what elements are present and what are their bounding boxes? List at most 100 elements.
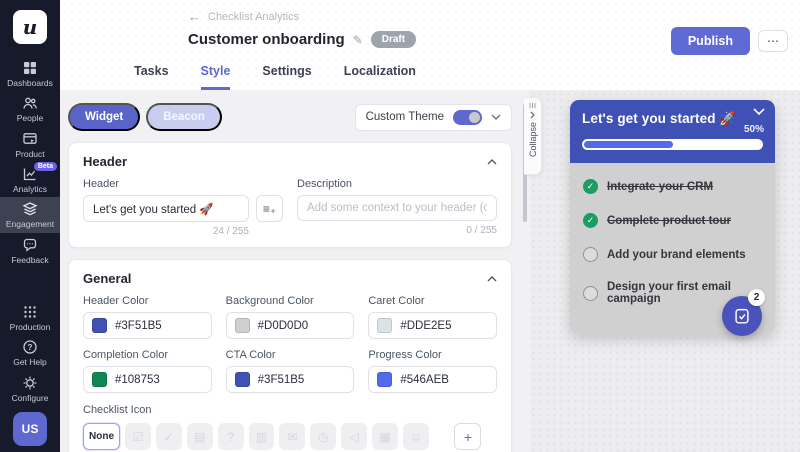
description-text-input[interactable] — [297, 195, 497, 221]
checklist-icon-option-book[interactable]: ▥ — [249, 423, 275, 450]
header-field-group: Header ≡₊ 24 / 255 — [83, 178, 283, 237]
more-options-button[interactable]: ⋯ — [758, 30, 788, 52]
title-row: Customer onboarding ✎ Draft — [188, 31, 416, 48]
checklist-icon-option-check[interactable]: ✓ — [156, 423, 182, 450]
color-input[interactable]: #3F51B5 — [226, 366, 355, 393]
userpilot-logo[interactable]: u — [13, 10, 47, 44]
task-status-icon — [583, 247, 598, 262]
engagement-icon — [22, 201, 38, 217]
edit-title-icon[interactable]: ✎ — [353, 33, 363, 47]
main-column: ← Checklist Analytics Customer onboardin… — [60, 0, 800, 452]
book-icon: ▥ — [256, 430, 267, 444]
sidebar: u Dashboards People Product Beta Analyt — [0, 0, 60, 452]
general-section-card: General Header Color #3F51B5 — [68, 259, 512, 452]
collapse-section-icon[interactable] — [487, 276, 497, 282]
section-title: Header — [83, 154, 127, 169]
sidebar-footer: Production ? Get Help Configure US — [0, 300, 60, 452]
checklist-icon-option-check-square[interactable]: ☑ — [125, 423, 151, 450]
color-field-header: Header Color #3F51B5 — [83, 295, 212, 339]
chat-check-icon: ✉ — [287, 430, 297, 444]
color-field-progress: Progress Color #546AEB — [368, 349, 497, 393]
top-header: ← Checklist Analytics Customer onboardin… — [60, 0, 800, 90]
add-your-own-button[interactable]: + — [454, 423, 481, 450]
sidebar-item-analytics[interactable]: Beta Analytics — [0, 162, 60, 197]
sidebar-item-engagement[interactable]: Engagement — [0, 197, 60, 232]
sidebar-item-label: Production — [10, 323, 51, 332]
color-field-cta: CTA Color #3F51B5 — [226, 349, 355, 393]
color-input[interactable]: #3F51B5 — [83, 312, 212, 339]
color-input[interactable]: #DDE2E5 — [368, 312, 497, 339]
breadcrumb-back[interactable]: ← Checklist Analytics — [188, 9, 299, 24]
color-swatch[interactable] — [235, 372, 250, 387]
tab-settings[interactable]: Settings — [262, 64, 311, 90]
tab-tasks[interactable]: Tasks — [134, 64, 169, 90]
tab-localization[interactable]: Localization — [344, 64, 416, 90]
color-input[interactable]: #546AEB — [368, 366, 497, 393]
sidebar-item-product[interactable]: Product — [0, 127, 60, 162]
widget-collapse-icon[interactable] — [753, 108, 765, 115]
collapse-section-icon[interactable] — [487, 159, 497, 165]
custom-theme-label: Custom Theme — [366, 111, 444, 123]
check-icon: ✓ — [164, 430, 174, 444]
style-editor-panel: Widget Beacon Custom Theme Header — [60, 90, 530, 452]
sidebar-item-dashboards[interactable]: Dashboards — [0, 56, 60, 91]
color-swatch[interactable] — [92, 372, 107, 387]
task-status-icon — [583, 213, 598, 228]
color-swatch[interactable] — [92, 318, 107, 333]
add-your-own-group: + Add your own — [439, 423, 497, 452]
sidebar-item-label: Product — [15, 150, 44, 159]
checklist-icon-option-question[interactable]: ? — [218, 423, 244, 450]
checklist-task[interactable]: Add your brand elements — [583, 247, 762, 262]
sidebar-item-feedback[interactable]: Feedback — [0, 233, 60, 268]
widget-header: Let's get you started 🚀 50% — [570, 100, 775, 163]
app-window: u Dashboards People Product Beta Analyt — [0, 0, 800, 452]
checklist-icon-option-none[interactable]: None — [83, 423, 120, 450]
clock-icon: ◷ — [318, 430, 328, 444]
checklist-task[interactable]: Complete product tour — [583, 213, 762, 228]
checklist-icon-option-map[interactable]: ▦ — [372, 423, 398, 450]
people-icon — [22, 95, 38, 111]
sidebar-item-get-help[interactable]: ? Get Help — [0, 335, 60, 370]
color-input[interactable]: #108753 — [83, 366, 212, 393]
color-swatch[interactable] — [377, 372, 392, 387]
user-avatar[interactable]: US — [13, 412, 47, 446]
drag-handle-icon — [529, 103, 536, 108]
insert-variable-button[interactable]: ≡₊ — [256, 195, 283, 222]
theme-toggle[interactable] — [453, 110, 482, 125]
body-row: Widget Beacon Custom Theme Header — [60, 90, 800, 452]
mode-row: Widget Beacon Custom Theme — [68, 103, 512, 131]
checklist-icon-option-robot[interactable]: ☺ — [403, 423, 429, 450]
collapse-label: Collapse — [528, 122, 538, 157]
collapse-preview-tab[interactable]: Collapse — [524, 97, 542, 175]
tab-style[interactable]: Style — [201, 64, 231, 90]
checklist-icon-option-chat-check[interactable]: ✉ — [279, 423, 305, 450]
sidebar-item-production[interactable]: Production — [0, 300, 60, 335]
progress-fill — [584, 141, 673, 148]
checklist-icon-option-article[interactable]: ▤ — [187, 423, 213, 450]
color-input[interactable]: #D0D0D0 — [226, 312, 355, 339]
widget-mode-button[interactable]: Widget — [68, 103, 140, 131]
color-swatch[interactable] — [377, 318, 392, 333]
sidebar-item-people[interactable]: People — [0, 91, 60, 126]
svg-text:?: ? — [28, 343, 33, 352]
task-status-icon — [583, 286, 598, 301]
field-label: Description — [297, 178, 497, 190]
publish-button[interactable]: Publish — [671, 27, 750, 55]
color-swatch[interactable] — [235, 318, 250, 333]
production-icon — [22, 304, 38, 320]
checklist-task[interactable]: Integrate your CRM — [583, 179, 762, 194]
sidebar-item-configure[interactable]: Configure — [0, 371, 60, 406]
sidebar-item-label: Engagement — [6, 220, 54, 229]
header-actions: Publish ⋯ — [671, 27, 788, 55]
widget-launcher-button[interactable]: 2 — [722, 296, 762, 336]
widget-title: Let's get you started 🚀 — [582, 111, 763, 127]
custom-theme-select[interactable]: Custom Theme — [355, 104, 512, 131]
beacon-mode-button[interactable]: Beacon — [146, 103, 222, 131]
checklist-icon-option-megaphone[interactable]: ◁ — [341, 423, 367, 450]
checklist-icon-option-clock[interactable]: ◷ — [310, 423, 336, 450]
chevron-down-icon — [491, 114, 501, 120]
header-text-input[interactable] — [83, 195, 249, 222]
launcher-badge: 2 — [748, 289, 765, 306]
back-arrow-icon: ← — [188, 9, 201, 24]
status-badge: Draft — [371, 31, 416, 48]
